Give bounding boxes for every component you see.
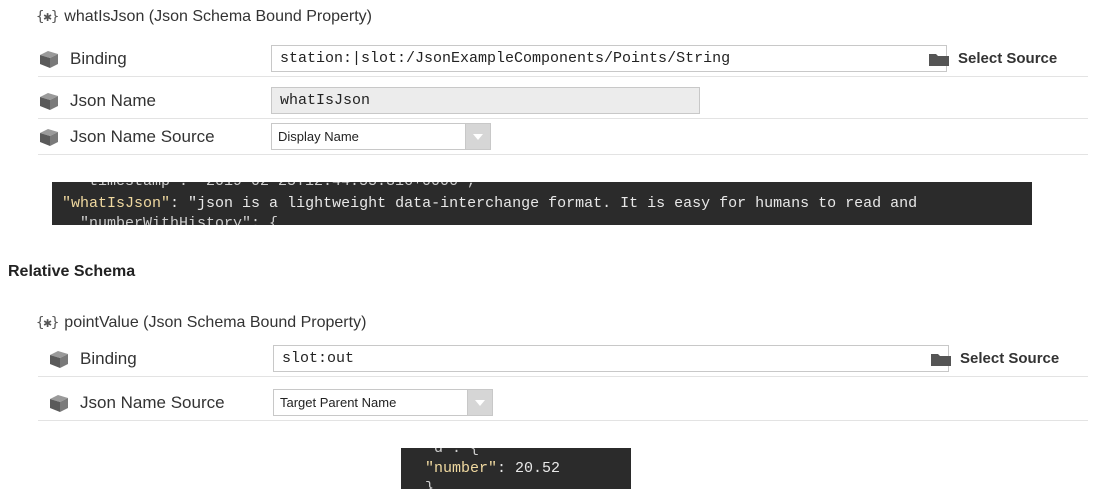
json-name-label-group: Json Name — [38, 90, 156, 112]
code-key: "whatIsJson" — [62, 195, 171, 212]
binding-label-group: Binding — [48, 348, 137, 370]
cube-icon — [50, 351, 68, 368]
json-name-source-row-2: Json Name Source Target Parent Name — [38, 386, 1088, 421]
folder-icon — [929, 53, 949, 66]
code-separator: : — [497, 460, 516, 477]
json-name-source-value: Display Name — [278, 129, 359, 144]
property-header-whatisjson: {✱} whatIsJson (Json Schema Bound Propert… — [36, 8, 372, 26]
select-source-label: Select Source — [960, 350, 1060, 367]
select-source-label: Select Source — [958, 50, 1058, 67]
chevron-down-icon[interactable] — [467, 390, 492, 415]
json-name-source-label: Json Name Source — [80, 393, 225, 412]
code-line-number: "number": 20.52 — [407, 460, 560, 477]
binding-label-group: Binding — [38, 48, 127, 70]
code-separator: : — [170, 195, 189, 212]
binding-label: Binding — [80, 349, 137, 368]
brace-asterisk-icon: {✱} — [36, 9, 59, 25]
json-name-source-row: Json Name Source Display Name — [38, 120, 1088, 155]
section-heading-relative-schema: Relative Schema — [8, 263, 136, 280]
cube-icon — [50, 395, 68, 412]
cube-icon — [40, 93, 58, 110]
property-title: pointValue (Json Schema Bound Property) — [64, 314, 367, 331]
json-output-snippet: "timestamp": "2019-02-25T12:44:55.316+00… — [52, 182, 1032, 225]
code-line-whatisjson: "whatIsJson": "json is a lightweight dat… — [62, 195, 917, 212]
json-name-label: Json Name — [70, 91, 156, 110]
chevron-down-icon[interactable] — [465, 124, 490, 149]
code-line-cut-bottom: "numberWithHistory": { — [62, 215, 279, 225]
binding-row-2: Binding slot:out Select Source — [38, 342, 1088, 377]
json-name-field[interactable]: whatIsJson — [271, 87, 700, 114]
property-header-pointvalue: {✱} pointValue (Json Schema Bound Propert… — [36, 314, 366, 332]
code-line-cut-top: "timestamp": "2019-02-25T12:44:55.316+00… — [62, 182, 476, 190]
binding-field[interactable]: station:|slot:/JsonExampleComponents/Poi… — [271, 45, 947, 72]
code-value: "json is a lightweight data-interchange … — [188, 195, 918, 212]
json-name-source-label-group: Json Name Source — [38, 126, 215, 148]
select-source-button[interactable]: Select Source — [928, 50, 1057, 67]
code-value: 20.52 — [515, 460, 561, 477]
json-name-row: Json Name whatIsJson — [38, 84, 1088, 119]
json-output-snippet-2: "d": { "number": 20.52 }, — [401, 448, 631, 489]
property-title: whatIsJson (Json Schema Bound Property) — [64, 8, 372, 25]
code-key: "number" — [425, 460, 498, 477]
code-line-cut-bottom: }, — [407, 480, 444, 489]
binding-field[interactable]: slot:out — [273, 345, 949, 372]
json-name-source-dropdown[interactable]: Display Name — [271, 123, 491, 150]
binding-label: Binding — [70, 49, 127, 68]
json-name-source-label: Json Name Source — [70, 127, 215, 146]
select-source-button[interactable]: Select Source — [930, 350, 1059, 367]
cube-icon — [40, 51, 58, 68]
binding-row: Binding station:|slot:/JsonExampleCompon… — [38, 42, 1088, 77]
json-name-source-label-group: Json Name Source — [48, 392, 225, 414]
json-name-source-dropdown[interactable]: Target Parent Name — [273, 389, 493, 416]
code-line-cut-top: "d": { — [407, 448, 480, 457]
json-name-source-value: Target Parent Name — [280, 395, 397, 410]
brace-asterisk-icon: {✱} — [36, 315, 59, 331]
folder-icon — [931, 353, 951, 366]
cube-icon — [40, 129, 58, 146]
